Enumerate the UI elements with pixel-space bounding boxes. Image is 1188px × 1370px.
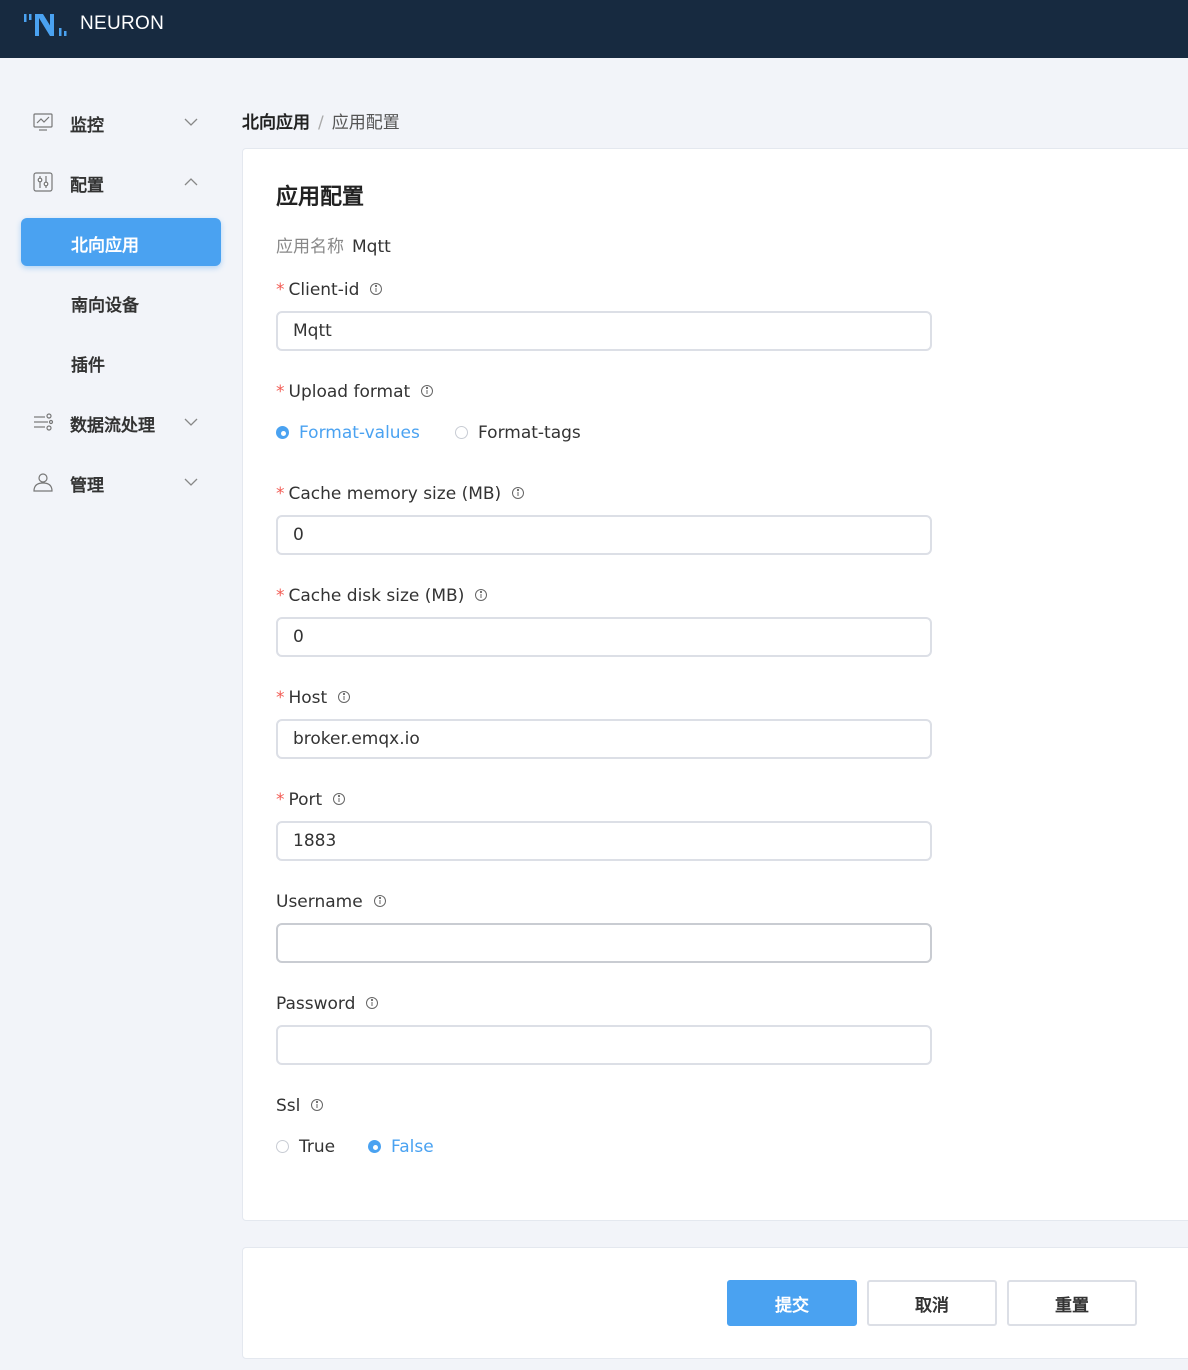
app-config-card: 应用配置 应用名称Mqtt *Client-id *Upload format … <box>242 148 1188 1221</box>
radio-label: True <box>299 1137 336 1157</box>
required-mark: * <box>276 280 285 300</box>
config-icon <box>33 172 53 192</box>
sidebar-sub-label: 北向应用 <box>71 236 139 256</box>
field-label-text: Upload format <box>288 382 411 402</box>
info-icon[interactable] <box>310 1098 324 1112</box>
field-label-text: Host <box>288 688 328 708</box>
required-mark: * <box>276 790 285 810</box>
chevron-up-icon <box>184 178 198 186</box>
submit-button[interactable]: 提交 <box>727 1280 857 1326</box>
info-icon[interactable] <box>365 996 379 1010</box>
dataflow-icon <box>34 413 54 431</box>
sidebar-sub-label: 南向设备 <box>71 296 139 316</box>
cache-disk-label: * Cache disk size (MB) <box>276 586 488 606</box>
port-label: * Port <box>276 790 346 810</box>
field-label-text: Client-id <box>288 280 360 300</box>
reset-button[interactable]: 重置 <box>1007 1280 1137 1326</box>
breadcrumb-current: 应用配置 <box>331 113 400 133</box>
field-label-text: Cache disk size (MB) <box>288 586 465 606</box>
info-icon[interactable] <box>337 690 351 704</box>
field-label-text: Port <box>288 790 323 810</box>
required-mark: * <box>276 484 285 504</box>
sidebar-item-plugins[interactable]: 插件 <box>21 338 221 386</box>
sidebar-item-label: 监控 <box>70 116 104 136</box>
app-name-label: 应用名称 <box>276 237 344 257</box>
username-input[interactable] <box>276 923 932 963</box>
sidebar-item-monitor[interactable]: 监控 <box>0 102 230 142</box>
cache-memory-input[interactable] <box>276 515 932 555</box>
app-name-value: Mqtt <box>352 237 391 257</box>
radio-format-values[interactable]: Format-values <box>276 423 420 443</box>
radio-ssl-false[interactable]: False <box>368 1137 434 1157</box>
cache-disk-input[interactable] <box>276 617 932 657</box>
chevron-down-icon <box>184 418 198 426</box>
radio-label: False <box>391 1137 434 1157</box>
username-label: Username <box>276 892 387 912</box>
password-input[interactable] <box>276 1025 932 1065</box>
info-icon[interactable] <box>332 792 346 806</box>
upload-format-label: * Upload format <box>276 382 434 402</box>
user-icon <box>33 473 53 492</box>
form-actions-bar: 提交 取消 重置 <box>242 1247 1188 1359</box>
radio-checked-icon <box>368 1139 381 1153</box>
radio-checked-icon <box>276 425 289 439</box>
radio-ssl-true[interactable]: True <box>276 1137 335 1157</box>
breadcrumb-parent[interactable]: 北向应用 <box>242 113 310 133</box>
field-label-text: Password <box>276 994 356 1014</box>
field-label-text: Username <box>276 892 363 912</box>
radio-unchecked-icon <box>276 1139 289 1153</box>
port-input[interactable] <box>276 821 932 861</box>
cache-memory-label: * Cache memory size (MB) <box>276 484 525 504</box>
top-header: NEURON <box>0 0 1188 58</box>
brand-name: NEURON <box>80 13 165 34</box>
sidebar-item-config[interactable]: 配置 <box>0 162 230 202</box>
neuron-logo-icon <box>24 14 67 36</box>
page-title: 应用配置 <box>276 185 365 210</box>
sidebar-item-southbound-devices[interactable]: 南向设备 <box>21 278 221 326</box>
breadcrumb: 北向应用 / 应用配置 <box>242 108 400 133</box>
info-icon[interactable] <box>420 384 434 398</box>
radio-label: Format-values <box>299 423 420 443</box>
info-icon[interactable] <box>369 282 383 296</box>
ssl-label: Ssl <box>276 1096 324 1116</box>
info-icon[interactable] <box>373 894 387 908</box>
chevron-down-icon <box>184 478 198 486</box>
password-label: Password <box>276 994 379 1014</box>
required-mark: * <box>276 688 285 708</box>
sidebar-item-label: 管理 <box>70 476 104 496</box>
sidebar-item-dataflow[interactable]: 数据流处理 <box>0 402 230 442</box>
radio-format-tags[interactable]: Format-tags <box>455 423 581 443</box>
client-id-input[interactable] <box>276 311 932 351</box>
app-name-row: 应用名称 Mqtt <box>276 232 391 257</box>
required-mark: * <box>276 586 285 606</box>
host-label: * Host <box>276 688 351 708</box>
monitor-icon <box>33 113 53 131</box>
radio-label: Format-tags <box>478 423 581 443</box>
sidebar-item-management[interactable]: 管理 <box>0 462 230 502</box>
field-label-text: Cache memory size (MB) <box>288 484 502 504</box>
sidebar-item-label: 配置 <box>70 176 104 196</box>
radio-unchecked-icon <box>455 425 468 439</box>
sidebar-sub-label: 插件 <box>71 356 105 376</box>
client-id-label: * Client-id <box>276 280 383 300</box>
sidebar-item-label: 数据流处理 <box>70 416 155 436</box>
breadcrumb-separator: / <box>318 113 324 133</box>
chevron-down-icon <box>184 118 198 126</box>
sidebar-item-northbound-apps[interactable]: 北向应用 <box>21 218 221 266</box>
host-input[interactable] <box>276 719 932 759</box>
field-label-text: Ssl <box>276 1096 301 1116</box>
required-mark: * <box>276 382 285 402</box>
info-icon[interactable] <box>474 588 488 602</box>
info-icon[interactable] <box>511 486 525 500</box>
cancel-button[interactable]: 取消 <box>867 1280 997 1326</box>
